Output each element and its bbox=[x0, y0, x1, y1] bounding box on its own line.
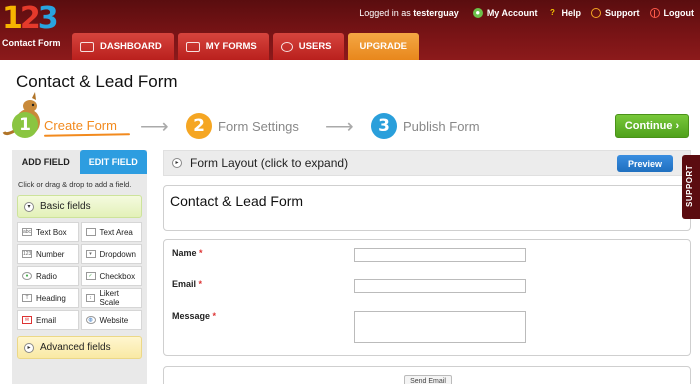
advanced-fields-header[interactable]: ▸ Advanced fields bbox=[17, 336, 142, 359]
field-number[interactable]: 123 Number bbox=[17, 244, 79, 264]
login-status: Logged in as testerguay bbox=[359, 8, 459, 18]
tab-dashboard[interactable]: DASHBOARD bbox=[72, 33, 174, 60]
form-title: Contact & Lead Form bbox=[170, 193, 304, 209]
headset-icon bbox=[591, 8, 601, 18]
message-label: Message * bbox=[172, 311, 217, 321]
text-area-icon bbox=[85, 228, 96, 236]
help-link[interactable]: ? Help bbox=[547, 8, 581, 18]
step-label: Publish Form bbox=[403, 118, 480, 134]
top-header: 123 Contact Form Logged in as testerguay… bbox=[0, 0, 700, 60]
submit-box: Send Email bbox=[163, 366, 691, 384]
name-input[interactable] bbox=[354, 248, 526, 262]
checkbox-icon: ✓ bbox=[85, 272, 96, 280]
support-side-tab[interactable]: SUPPORT bbox=[682, 155, 700, 219]
form-title-box[interactable]: Contact & Lead Form bbox=[163, 185, 691, 231]
basic-fields-header[interactable]: ▾ Basic fields bbox=[17, 195, 142, 218]
text-box-icon: abc bbox=[22, 228, 32, 236]
dashboard-icon bbox=[80, 41, 94, 52]
field-heading[interactable]: T Heading bbox=[17, 288, 79, 308]
tab-upgrade[interactable]: UPGRADE bbox=[347, 33, 420, 60]
user-icon: ● bbox=[472, 8, 483, 18]
step-arrow-icon: ⟶ bbox=[140, 116, 169, 138]
send-email-button[interactable]: Send Email bbox=[404, 375, 452, 384]
power-icon: | bbox=[649, 8, 660, 18]
tab-edit-field[interactable]: EDIT FIELD bbox=[79, 150, 147, 174]
step-number: 3 bbox=[371, 113, 397, 139]
email-label: Email * bbox=[172, 279, 203, 289]
collapse-icon: ▾ bbox=[24, 201, 34, 212]
form-fields-box: Name * Email * Message * bbox=[163, 239, 691, 356]
step-number: 1 bbox=[12, 112, 38, 138]
tab-add-field[interactable]: ADD FIELD bbox=[12, 150, 80, 174]
continue-button[interactable]: Continue › bbox=[615, 114, 689, 138]
step-underline bbox=[43, 133, 131, 137]
step-form-settings[interactable]: 2 Form Settings bbox=[186, 113, 299, 139]
form-layout-toggle[interactable]: ▸ Form Layout (click to expand) Preview bbox=[163, 150, 691, 176]
step-label: Form Settings bbox=[218, 118, 299, 134]
expand-icon: ▸ bbox=[24, 342, 34, 353]
tab-users[interactable]: USERS bbox=[272, 33, 344, 60]
my-account-link[interactable]: ● My Account bbox=[472, 8, 537, 18]
step-publish-form[interactable]: 3 Publish Form bbox=[371, 113, 480, 139]
email-icon: ✉ bbox=[22, 316, 32, 324]
tab-my-forms[interactable]: MY FORMS bbox=[177, 33, 269, 60]
form-editor: ▸ Form Layout (click to expand) Preview … bbox=[163, 150, 691, 384]
name-label: Name * bbox=[172, 248, 203, 258]
support-link[interactable]: Support bbox=[591, 8, 640, 18]
page-title: Contact & Lead Form bbox=[16, 72, 178, 91]
globe-icon: ◍ bbox=[85, 316, 96, 324]
logo[interactable]: 123 Contact Form bbox=[2, 1, 61, 54]
step-number: 2 bbox=[186, 113, 212, 139]
dropdown-icon: ▾ bbox=[85, 250, 96, 258]
users-icon bbox=[280, 41, 293, 52]
likert-scale-icon: ↕ bbox=[85, 294, 96, 302]
step-label: Create Form bbox=[44, 117, 117, 133]
step-arrow-icon: ⟶ bbox=[325, 116, 354, 138]
field-checkbox[interactable]: ✓ Checkbox bbox=[80, 266, 142, 286]
main-nav: DASHBOARD MY FORMS USERS UPGRADE bbox=[72, 33, 420, 60]
logout-link[interactable]: | Logout bbox=[649, 8, 694, 18]
field-radio[interactable]: ● Radio bbox=[17, 266, 79, 286]
field-website[interactable]: ◍ Website bbox=[80, 310, 142, 330]
field-email[interactable]: ✉ Email bbox=[17, 310, 79, 330]
help-icon: ? bbox=[550, 8, 555, 17]
logo-number: 123 bbox=[2, 1, 59, 36]
field-hint: Click or drag & drop to add a field. bbox=[18, 180, 132, 189]
field-panel-tabs: ADD FIELD EDIT FIELD bbox=[12, 150, 147, 174]
email-input[interactable] bbox=[354, 279, 526, 293]
username: testerguay bbox=[413, 8, 459, 18]
field-panel: ADD FIELD EDIT FIELD Click or drag & dro… bbox=[12, 150, 147, 384]
radio-icon: ● bbox=[22, 272, 32, 280]
message-textarea[interactable] bbox=[354, 311, 526, 343]
user-bar: Logged in as testerguay ● My Account ? H… bbox=[359, 6, 694, 20]
expand-icon: ▸ bbox=[172, 158, 182, 168]
field-dropdown[interactable]: ▾ Dropdown bbox=[80, 244, 142, 264]
basic-fields-grid: abc Text Box Text Area 123 Number ▾ Dropdow… bbox=[17, 222, 142, 330]
step-create-form[interactable]: 1 Create Form bbox=[12, 112, 131, 138]
heading-icon: T bbox=[22, 294, 32, 302]
logo-text: Contact Form bbox=[2, 38, 61, 48]
number-icon: 123 bbox=[22, 250, 32, 258]
field-text-area[interactable]: Text Area bbox=[80, 222, 142, 242]
field-text-box[interactable]: abc Text Box bbox=[17, 222, 79, 242]
preview-button[interactable]: Preview bbox=[617, 155, 673, 172]
field-likert-scale[interactable]: ↕ Likert Scale bbox=[80, 288, 142, 308]
forms-icon bbox=[185, 41, 200, 52]
